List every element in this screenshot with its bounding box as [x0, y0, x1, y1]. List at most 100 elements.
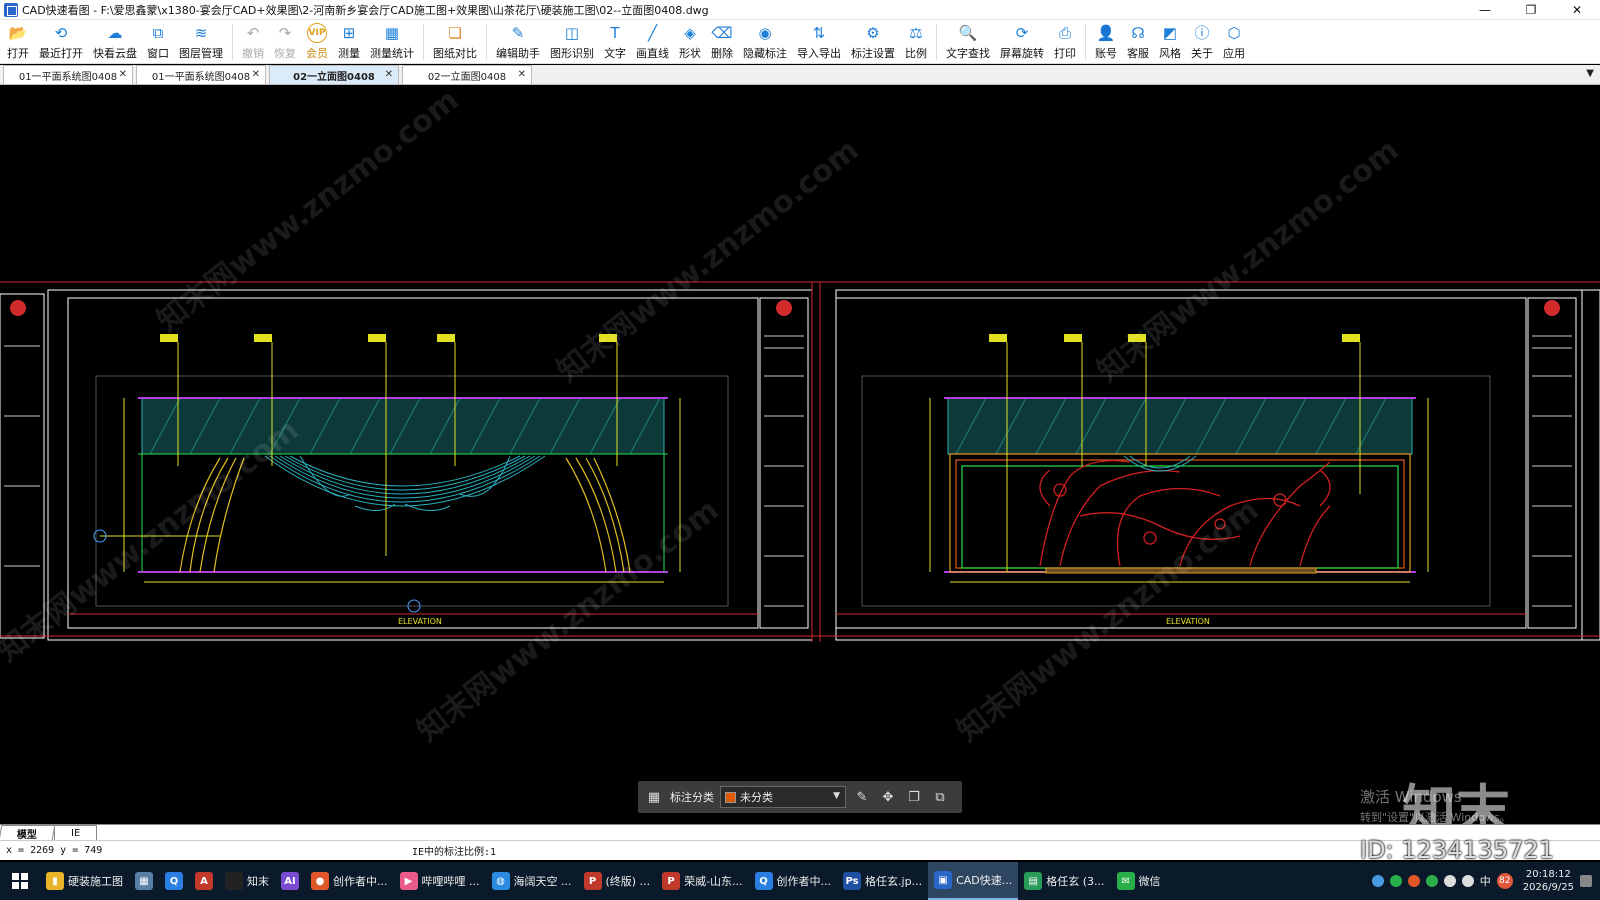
toolbar-import-export-button[interactable]: ⇅ 导入导出: [792, 20, 846, 64]
toolbar-undo-button[interactable]: ↶ 撤销: [237, 20, 269, 64]
close-icon[interactable]: ✕: [385, 69, 393, 80]
taskbar-app[interactable]: ◍ 海阔天空 ...: [486, 862, 578, 900]
toolbar-line-button[interactable]: ╱ 画直线: [631, 20, 674, 64]
toolbar-cloud-button[interactable]: ☁ 快看云盘: [88, 20, 142, 64]
toolbar-rotate-screen-button[interactable]: ⟳ 屏幕旋转: [995, 20, 1049, 64]
move-icon[interactable]: ✥: [878, 787, 898, 807]
layers-icon: ≋: [194, 23, 208, 42]
copy-icon[interactable]: ❐: [904, 787, 924, 807]
taskbar-app-label: 荣威-山东...: [684, 875, 743, 888]
tab-elevation-active[interactable]: 02一立面图0408 ✕: [269, 65, 399, 84]
taskbar-app[interactable]: ✉ 微信: [1111, 862, 1167, 900]
taskbar-app[interactable]: ▦: [129, 862, 159, 900]
wechat-tray-icon[interactable]: [1389, 875, 1402, 887]
edit-icon[interactable]: ✎: [852, 787, 872, 807]
tray-app-icon[interactable]: [1425, 875, 1438, 887]
toolbar-edit-assist-button[interactable]: ✎ 编辑助手: [491, 20, 545, 64]
tab-plan-system-1[interactable]: 01一平面系统图0408 ✕: [3, 65, 133, 84]
maximize-button[interactable]: ❐: [1508, 0, 1554, 20]
taskbar-app[interactable]: ▶ 哔哩哔哩 ...: [394, 862, 486, 900]
annotation-settings-icon: ⚙: [866, 23, 880, 42]
toolbar-button-label: 测量统计: [370, 47, 414, 60]
taskbar-app-label: CAD快速...: [956, 874, 1013, 887]
input-method-indicator[interactable]: 中: [1480, 873, 1491, 889]
toolbar-support-button[interactable]: ☊ 客服: [1122, 20, 1154, 64]
close-button[interactable]: ✕: [1554, 0, 1600, 20]
toolbar-about-button[interactable]: ⓘ 关于: [1186, 20, 1218, 64]
toolbar-compare-button[interactable]: ❏ 图纸对比: [428, 20, 482, 64]
toolbar-account-button[interactable]: 👤 账号: [1090, 20, 1122, 64]
toolbar-ruler-button[interactable]: ⊞ 测量: [333, 20, 365, 64]
grid-icon[interactable]: ▦: [644, 787, 664, 807]
annotation-category-select[interactable]: 未分类 ▼: [720, 786, 846, 808]
toolbar-text-search-button[interactable]: 🔍 文字查找: [941, 20, 995, 64]
left-sheet-border: [47, 289, 813, 641]
toolbar-vip-button[interactable]: VIP 会员: [301, 20, 333, 64]
text-icon: T: [610, 23, 620, 42]
toolbar-button-label: 文字: [604, 47, 626, 60]
drawing-canvas[interactable]: ELEVATION ELEVATION 知末网www.znzmo.com 知末网…: [0, 86, 1600, 824]
shape-icon: ◈: [684, 23, 696, 42]
notification-center-icon[interactable]: [1580, 875, 1592, 887]
toolbar-folder-open-button[interactable]: 📂 打开: [2, 20, 34, 64]
tray-app-icon[interactable]: [1371, 875, 1384, 887]
volume-icon[interactable]: [1461, 875, 1474, 887]
toolbar-window-button[interactable]: ⧉ 窗口: [142, 20, 174, 64]
close-icon[interactable]: ✕: [252, 69, 260, 80]
taskbar-app[interactable]: ▮ 硬装施工图: [40, 862, 129, 900]
tab-model[interactable]: 模型: [0, 825, 56, 841]
taskbar-app[interactable]: Q 创作者中...: [749, 862, 838, 900]
toolbar-measure-stats-button[interactable]: ▦ 测量统计: [365, 20, 419, 64]
taskbar-app[interactable]: Ps 格任玄.jp...: [837, 862, 928, 900]
close-icon[interactable]: ✕: [518, 69, 526, 80]
taskbar-app[interactable]: ● 创作者中...: [305, 862, 394, 900]
tab-layout-ie[interactable]: IE: [54, 825, 98, 840]
toolbar-text-button[interactable]: T 文字: [599, 20, 631, 64]
toolbar-redo-button[interactable]: ↷ 恢复: [269, 20, 301, 64]
window-icon: ⧉: [152, 23, 164, 42]
toolbar-history-button[interactable]: ⟲ 最近打开: [34, 20, 88, 64]
text-search-icon: 🔍: [958, 23, 978, 42]
notification-badge[interactable]: 82: [1496, 873, 1513, 889]
document-tabs: 01一平面系统图0408 ✕ 01一平面系统图0408 ✕ 02一立面图0408 ✕ …: [0, 65, 1600, 85]
toolbar-button-label: 编辑助手: [496, 47, 540, 60]
taskbar-app[interactable]: P 荣威-山东...: [656, 862, 748, 900]
app-icon: AI: [281, 872, 299, 890]
toolbar-print-button[interactable]: ⎙ 打印: [1049, 20, 1081, 64]
system-clock[interactable]: 20:18:12 2026/9/25: [1523, 868, 1574, 894]
tray-app-icon[interactable]: [1407, 875, 1420, 887]
tab-elevation-2[interactable]: 02一立面图0408 ✕: [402, 65, 532, 84]
scale-icon: ⚖: [909, 23, 923, 42]
support-icon: ☊: [1131, 23, 1145, 42]
toolbar-button-label: 最近打开: [39, 47, 83, 60]
toolbar-shape-button[interactable]: ◈ 形状: [674, 20, 706, 64]
taskbar-app[interactable]: ▤ 格任玄 (3...: [1018, 862, 1110, 900]
toolbar-button-label: 图形识别: [550, 47, 594, 60]
toolbar-eraser-button[interactable]: ⌫ 删除: [706, 20, 738, 64]
taskbar-app[interactable]: P (终版) ...: [578, 862, 657, 900]
toolbar-layers-button[interactable]: ≋ 图层管理: [174, 20, 228, 64]
toolbar-button-label: 快看云盘: [93, 47, 137, 60]
tab-plan-system-2[interactable]: 01一平面系统图0408 ✕: [136, 65, 266, 84]
taskbar-app[interactable]: A: [189, 862, 219, 900]
annotation-scale-status: IE中的标注比例:1: [412, 847, 497, 858]
toolbar-shape-recognize-button[interactable]: ◫ 图形识别: [545, 20, 599, 64]
close-icon[interactable]: ✕: [119, 69, 127, 80]
toolbar-apps-button[interactable]: ⬡ 应用: [1218, 20, 1250, 64]
toolbar-style-button[interactable]: ◩ 风格: [1154, 20, 1186, 64]
toolbar-button-label: 删除: [711, 47, 733, 60]
toolbar-annotation-settings-button[interactable]: ⚙ 标注设置: [846, 20, 900, 64]
taskbar-app[interactable]: Q: [159, 862, 189, 900]
network-icon[interactable]: [1443, 875, 1456, 887]
minimize-button[interactable]: —: [1462, 0, 1508, 20]
taskbar-app[interactable]: AI: [275, 862, 305, 900]
app-logo-icon: [4, 2, 18, 17]
toolbar-scale-button[interactable]: ⚖ 比例: [900, 20, 932, 64]
taskbar-app[interactable]: 知末: [219, 862, 275, 900]
tab-list-dropdown-icon[interactable]: ▼: [1586, 68, 1594, 79]
paste-icon[interactable]: ⧉: [930, 787, 950, 807]
start-button[interactable]: [0, 862, 40, 900]
toolbar-hide-annotation-button[interactable]: ◉ 隐藏标注: [738, 20, 792, 64]
app-icon: P: [583, 872, 602, 890]
taskbar-app[interactable]: ▣ CAD快速...: [928, 862, 1019, 900]
